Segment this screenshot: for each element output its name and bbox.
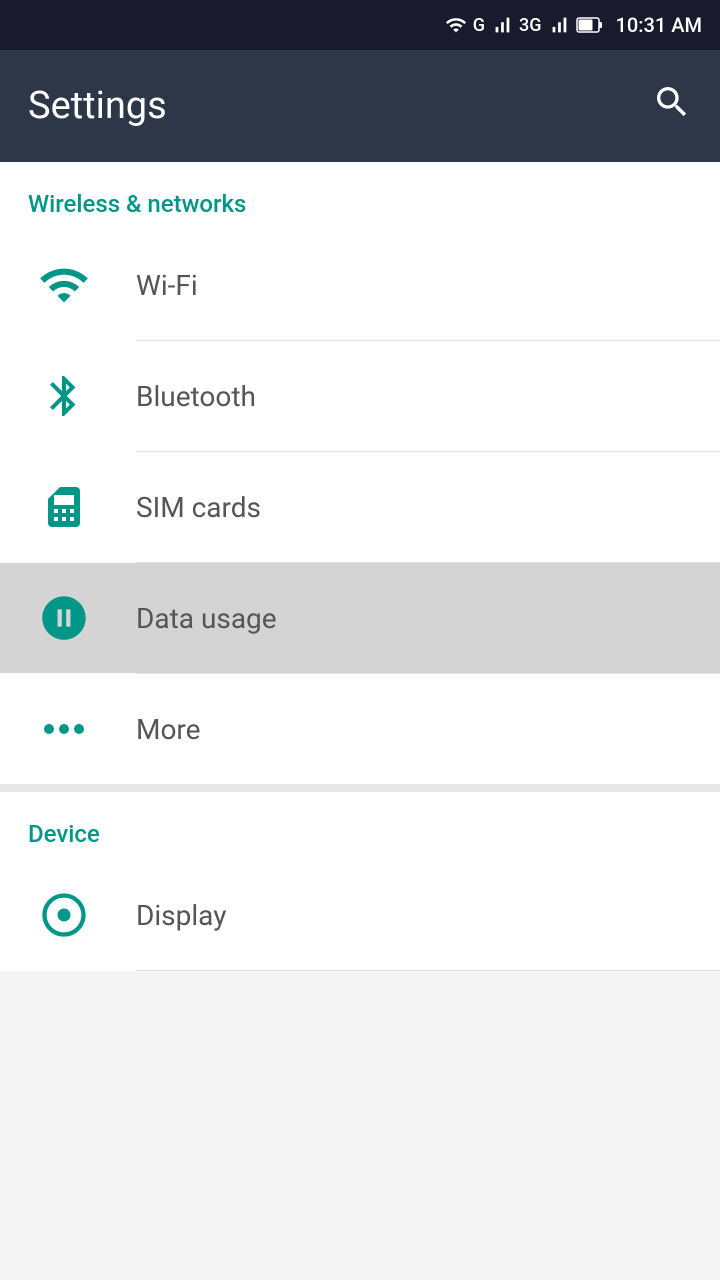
sim-icon (28, 483, 100, 531)
wifi-label: Wi-Fi (136, 269, 198, 302)
3g-signal-icon (548, 14, 570, 36)
sim-cards-label: SIM cards (136, 491, 261, 524)
search-button[interactable] (652, 82, 692, 131)
display-item[interactable]: Display (0, 860, 720, 970)
data-usage-item[interactable]: Data usage (0, 563, 720, 673)
data-usage-label: Data usage (136, 602, 277, 635)
wifi-status-icon (445, 14, 467, 36)
settings-content: Wireless & networks Wi-Fi Bluetooth SIM … (0, 162, 720, 971)
battery-icon (576, 14, 604, 36)
page-title: Settings (28, 84, 167, 128)
more-item[interactable]: More (0, 674, 720, 784)
status-time: 10:31 AM (616, 13, 702, 37)
signal-bars-icon (491, 14, 513, 36)
toolbar: Settings (0, 50, 720, 162)
display-icon (28, 889, 100, 941)
data-usage-icon (28, 592, 100, 644)
wireless-section-title: Wireless & networks (28, 190, 246, 218)
wifi-icon (28, 259, 100, 311)
device-section-header: Device (0, 792, 720, 860)
bluetooth-label: Bluetooth (136, 380, 256, 413)
more-label: More (136, 713, 201, 746)
device-section-title: Device (28, 820, 100, 848)
3g-label: 3G (519, 15, 542, 36)
sim-cards-item[interactable]: SIM cards (0, 452, 720, 562)
status-bar: G 3G 10:31 AM (0, 0, 720, 50)
more-icon (28, 724, 100, 734)
wireless-section-header: Wireless & networks (0, 162, 720, 230)
display-label: Display (136, 899, 226, 932)
bluetooth-item[interactable]: Bluetooth (0, 341, 720, 451)
wifi-item[interactable]: Wi-Fi (0, 230, 720, 340)
g-signal-icon: G (473, 15, 485, 36)
status-icons: G 3G 10:31 AM (445, 13, 702, 37)
section-divider (0, 784, 720, 792)
bluetooth-icon (28, 372, 100, 420)
display-divider (136, 970, 720, 971)
